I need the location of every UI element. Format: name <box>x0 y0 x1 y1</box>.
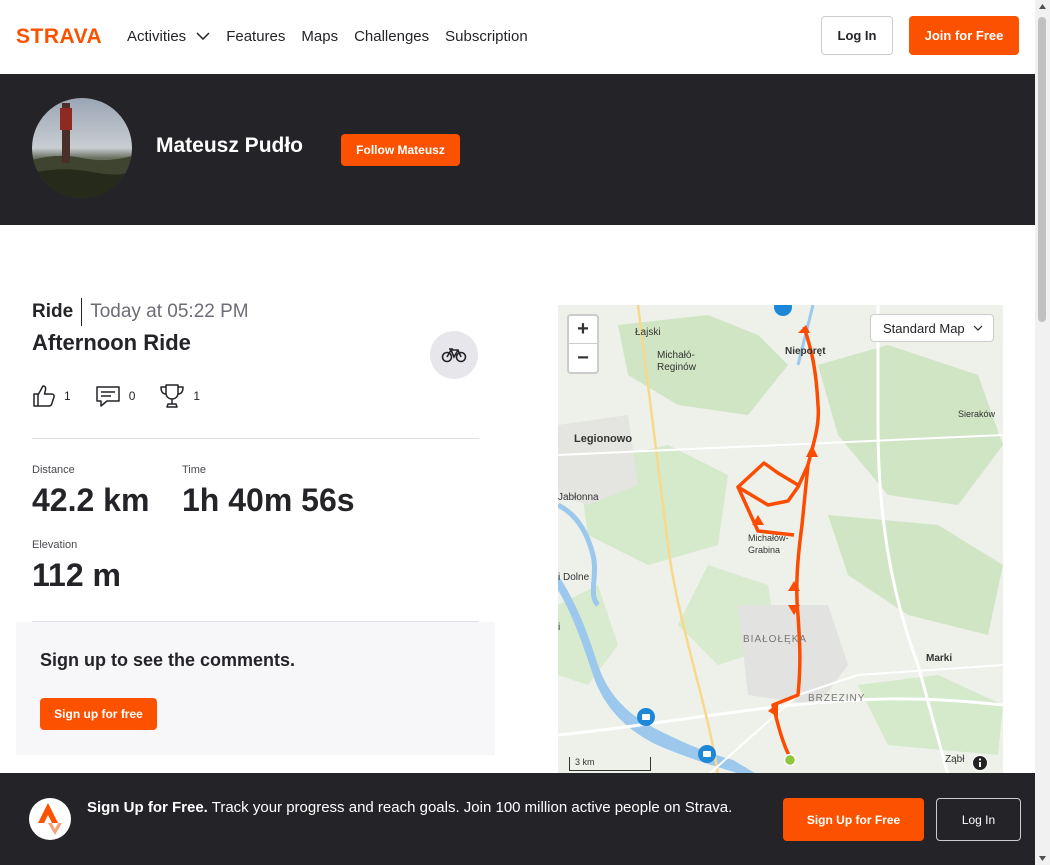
time-label: Time <box>182 464 207 476</box>
distance-label: Distance <box>32 464 75 476</box>
elevation-value: 112 m <box>32 557 121 593</box>
comments-signup-title: Sign up to see the comments. <box>40 650 296 670</box>
top-navigation: STRAVA Activities Features Maps Challeng… <box>0 0 1035 74</box>
kudos-count: 1 <box>64 389 71 403</box>
place-label: Ząbł <box>945 754 965 765</box>
signup-for-free-button[interactable]: Sign up for free <box>40 698 157 730</box>
comment-icon <box>95 386 120 407</box>
district-label: BIAŁOŁĘKA <box>743 634 808 645</box>
page-scrollbar[interactable] <box>1035 0 1050 865</box>
map-style-select[interactable]: Standard Map <box>870 314 994 342</box>
logo-text: STRAVA <box>16 26 102 44</box>
follow-button[interactable]: Follow Mateusz <box>341 134 460 166</box>
zoom-control: + − <box>567 314 599 374</box>
comments-button[interactable]: 0 <box>95 384 136 408</box>
signup-button[interactable]: Sign Up for Free <box>783 798 924 841</box>
nav-activities[interactable]: Activities <box>127 28 210 45</box>
signup-banner: Sign Up for Free. Track your progress an… <box>0 773 1035 865</box>
stat-elevation: Elevation 112 m <box>32 539 121 594</box>
thumbs-up-icon <box>33 385 55 407</box>
signup-message-bold: Sign Up for Free. <box>87 799 208 816</box>
bicycle-icon <box>441 348 467 363</box>
nav-maps[interactable]: Maps <box>301 28 338 45</box>
scroll-thumb[interactable] <box>1038 17 1046 322</box>
elevation-label: Elevation <box>32 539 78 551</box>
athlete-name[interactable]: Mateusz Pudło <box>156 134 303 158</box>
banner-login-button[interactable]: Log In <box>936 798 1021 841</box>
login-button[interactable]: Log In <box>821 16 893 55</box>
nav-challenges[interactable]: Challenges <box>354 28 429 45</box>
stat-distance: Distance 42.2 km <box>32 464 149 519</box>
chevron-down-icon <box>196 32 210 40</box>
place-label: Legionowo <box>574 433 633 445</box>
social-stats: 1 0 1 <box>32 383 224 409</box>
place-label: i Dolne <box>558 572 590 583</box>
signup-message-text: Track your progress and reach goals. Joi… <box>207 799 733 816</box>
chevron-down-icon <box>973 325 983 331</box>
signup-message: Sign Up for Free. Track your progress an… <box>87 797 757 819</box>
place-label: Sieraków <box>958 409 996 419</box>
nav-subscription[interactable]: Subscription <box>445 28 528 45</box>
achievements-count: 1 <box>193 389 201 403</box>
place-label: Marki <box>926 653 953 664</box>
distance-value: 42.2 km <box>32 482 150 518</box>
place-label: Michałó- Reginów <box>657 350 696 373</box>
join-button[interactable]: Join for Free <box>909 16 1019 55</box>
map-style-value: Standard Map <box>883 320 965 336</box>
place-label: Łajski <box>635 327 661 338</box>
sport-type-badge <box>430 331 478 379</box>
nav-features[interactable]: Features <box>226 28 285 45</box>
map-scale: 3 km <box>569 757 651 771</box>
zoom-out-button[interactable]: − <box>569 344 597 372</box>
kudos-button[interactable]: 1 <box>32 384 71 408</box>
district-label: BRZEZINY <box>808 693 866 704</box>
comments-signup-box: Sign up to see the comments. Sign up for… <box>16 622 495 755</box>
divider <box>32 438 479 439</box>
activity-type: Ride <box>32 298 83 326</box>
stat-time: Time 1h 40m 56s <box>182 464 355 519</box>
zoom-in-button[interactable]: + <box>569 316 597 344</box>
activity-map[interactable]: + − Standard Map Łajski Michałó- Reginów… <box>558 305 1003 775</box>
place-label: Nieporęt <box>785 346 826 357</box>
athlete-banner: Mateusz Pudło Follow Mateusz <box>0 74 1035 225</box>
comments-count: 0 <box>128 389 136 403</box>
athlete-avatar[interactable] <box>32 98 132 198</box>
place-label: Jabłonna <box>558 492 599 503</box>
scroll-up-arrow-icon[interactable] <box>1039 4 1046 9</box>
scroll-down-arrow-icon[interactable] <box>1039 856 1046 861</box>
place-label: Michałów- Grabina <box>748 533 789 555</box>
trophy-icon <box>160 384 185 408</box>
strava-logo[interactable]: STRAVA <box>16 25 111 49</box>
activity-header: Ride Today at 05:22 PM <box>32 298 249 326</box>
info-icon[interactable] <box>972 755 988 771</box>
route-start-marker <box>783 753 797 767</box>
activity-date: Today at 05:22 PM <box>90 301 249 322</box>
activity-title: Afternoon Ride <box>32 330 191 355</box>
strava-logo-icon <box>29 798 71 840</box>
achievements-button[interactable]: 1 <box>159 383 200 409</box>
place-label: i <box>558 622 561 633</box>
nav-activities-label: Activities <box>127 27 187 45</box>
time-value: 1h 40m 56s <box>182 482 355 518</box>
